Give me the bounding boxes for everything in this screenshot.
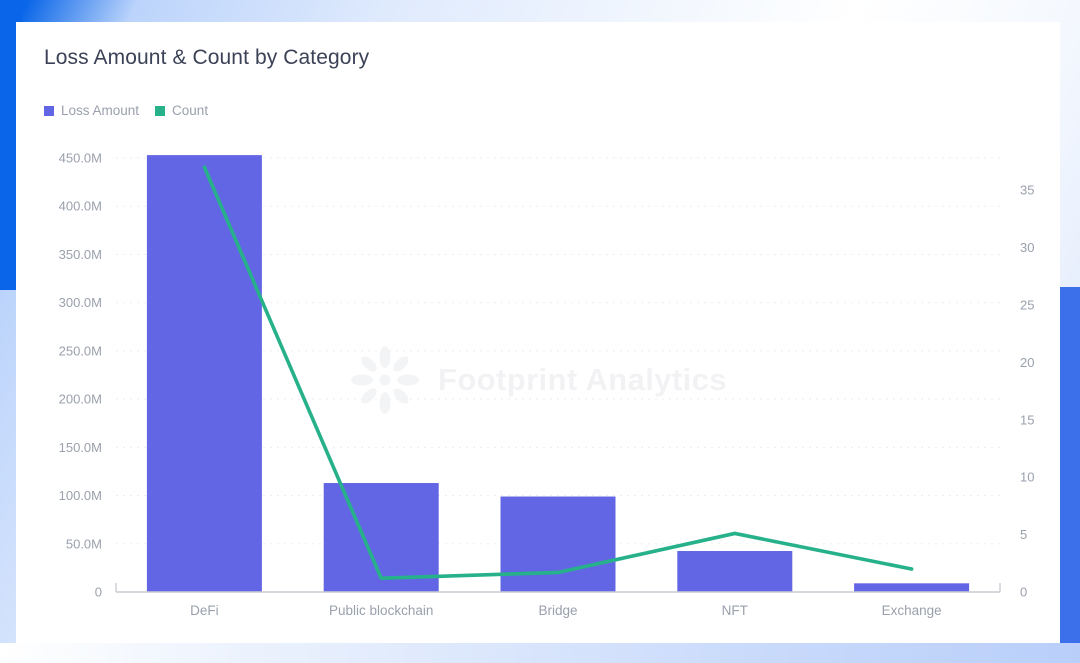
chart-card: Loss Amount & Count by Category Loss Amo… — [16, 22, 1060, 643]
y-axis-right-tick: 15 — [1020, 412, 1034, 427]
y-axis-right-labels: 0 5 10 15 20 25 30 35 — [1020, 183, 1034, 600]
y-axis-left-tick: 0 — [95, 585, 102, 600]
y-axis-right-tick: 20 — [1020, 355, 1034, 370]
y-axis-right-tick: 5 — [1020, 527, 1027, 542]
bar[interactable] — [677, 551, 793, 592]
y-axis-left-tick: 400.0M — [59, 199, 102, 214]
x-axis-tick: Exchange — [882, 603, 942, 618]
bar[interactable] — [854, 583, 970, 592]
y-axis-left-tick: 450.0M — [59, 151, 102, 166]
y-axis-left-tick: 250.0M — [59, 343, 102, 358]
y-axis-right-tick: 30 — [1020, 240, 1034, 255]
x-axis-tick: NFT — [722, 603, 748, 618]
x-axis-tick: DeFi — [190, 603, 219, 618]
y-axis-left-tick: 50.0M — [66, 536, 102, 551]
y-axis-right-tick: 35 — [1020, 183, 1034, 198]
y-axis-left-tick: 150.0M — [59, 440, 102, 455]
y-axis-left-tick: 200.0M — [59, 392, 102, 407]
bar-series-loss-amount[interactable] — [146, 155, 970, 592]
y-axis-left-tick: 300.0M — [59, 295, 102, 310]
bar[interactable] — [146, 155, 262, 592]
chart-plot-area[interactable]: 0 50.0M 100.0M 150.0M 200.0M 250.0M 300.0M 350.… — [16, 22, 1060, 643]
x-axis-tick: Bridge — [538, 603, 577, 618]
bar[interactable] — [500, 496, 616, 592]
x-axis-labels: DeFi Public blockchain Bridge NFT Exchange — [190, 603, 941, 618]
background-accent-bottom — [0, 643, 1080, 663]
chart-svg: 0 50.0M 100.0M 150.0M 200.0M 250.0M 300.0M 350.… — [59, 151, 1035, 619]
background-accent-right — [1060, 287, 1080, 663]
y-axis-left-tick: 350.0M — [59, 247, 102, 262]
y-axis-left-labels: 0 50.0M 100.0M 150.0M 200.0M 250.0M 300.0M 350.… — [59, 151, 102, 600]
y-axis-left-tick: 100.0M — [59, 488, 102, 503]
y-axis-right-tick: 0 — [1020, 585, 1027, 600]
y-axis-right-tick: 25 — [1020, 297, 1034, 312]
x-axis-tick: Public blockchain — [329, 603, 433, 618]
y-axis-right-tick: 10 — [1020, 470, 1034, 485]
